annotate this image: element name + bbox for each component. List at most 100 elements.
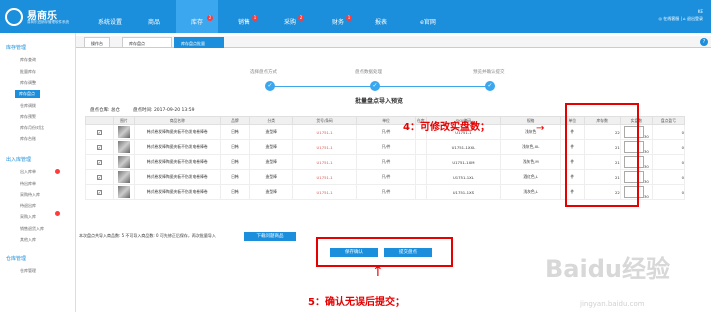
cell-category: 造型棒	[249, 154, 294, 170]
cell-spec: 浅灰色,M	[500, 154, 562, 170]
step-label: 盘点数据处理	[355, 70, 382, 75]
cell-name: 韩式卷发棒陶瓷夹板不伤发电卷棒卷	[134, 169, 221, 185]
sidebar-item[interactable]: 仓库管理	[20, 268, 36, 274]
step-label: 预览并确认提交	[473, 70, 505, 75]
cell-diff: 0	[651, 169, 686, 185]
sidebar-item[interactable]: 待出库单	[20, 181, 36, 187]
cell-category: 造型棒	[249, 169, 294, 185]
tab-batch-count[interactable]: 库存盘点批量	[174, 37, 224, 48]
cell-category: 造型棒	[249, 124, 294, 140]
check-icon: ✓	[265, 81, 275, 91]
product-image	[112, 184, 136, 200]
col-header: 盘点盈亏	[651, 116, 686, 125]
cell-code: U1751-1	[292, 184, 358, 200]
notification-dot	[55, 211, 60, 216]
nav-inventory-badge: 2	[207, 15, 213, 21]
cell-code: U1751-1	[292, 154, 358, 170]
step-indicator: 选择盘点方式 ✓ 盘点数据处理 ✓ 预览并确认提交 ✓	[230, 66, 530, 91]
sidebar-item[interactable]: 采购待入库	[20, 192, 40, 198]
import-summary: 本次盘点共导入商品数: 5 不可导入商品数: 0 可先修正后保存，再次批量导入	[79, 233, 216, 238]
cell-unit: 只/件	[356, 169, 416, 185]
cell-name: 韩式卷发棒陶瓷夹板不伤发电卷棒卷	[134, 139, 221, 155]
page-title: 批量盘点导入预览	[355, 98, 404, 105]
sidebar-item[interactable]: 采购入库	[20, 214, 36, 220]
nav-purchase-badge: 2	[298, 15, 304, 21]
nav-finance[interactable]: 财务	[318, 0, 358, 33]
col-header: 商品名称	[134, 116, 221, 125]
tab-dashboard[interactable]: 操作台	[84, 37, 110, 48]
cell-spec: 浅灰色,L	[500, 184, 562, 200]
arrow-up-icon: ↑	[372, 264, 384, 280]
save-confirm-button[interactable]: 保存确认	[330, 248, 378, 257]
sidebar-item[interactable]: 库存月份对比	[20, 125, 44, 131]
sidebar-item[interactable]: 批量库存	[20, 69, 36, 75]
nav-website[interactable]: e官网	[408, 0, 448, 33]
col-header: 货号/条码	[292, 116, 358, 125]
col-header: 图片	[112, 116, 136, 125]
app-subtitle: 易商乐进销存管理软件系统	[27, 20, 69, 24]
cell-name: 韩式卷发棒陶瓷夹板不伤发电卷棒卷	[134, 124, 221, 140]
cell-diff: 0	[651, 154, 686, 170]
watermark-url: jingyan.baidu.com	[580, 300, 645, 308]
sidebar-item-active[interactable]: 库存盘点	[15, 90, 40, 98]
cell-name: 韩式卷发棒陶瓷夹板不伤发电卷棒卷	[134, 154, 221, 170]
sidebar: 库存管理 库存查询 批量库存 库存调整 库存盘点 仓库调拨 库存预警 库存月份对…	[0, 33, 76, 312]
sidebar-section-warehouse[interactable]: 仓库管理	[6, 255, 26, 262]
help-icon[interactable]: ?	[700, 38, 708, 46]
sidebar-item[interactable]: 库存预警	[20, 114, 36, 120]
nav-system-settings[interactable]: 系统设置	[90, 0, 130, 33]
cell-brand: 日韩	[219, 154, 251, 170]
watermark: Baidu经验	[545, 255, 670, 283]
tab-inventory-count[interactable]: 库存盘点	[122, 37, 172, 48]
nav-purchase[interactable]: 采购	[270, 0, 310, 33]
cell-name: 韩式卷发棒陶瓷夹板不伤发电卷棒卷	[134, 184, 221, 200]
cell-sku: U1751-1XXL	[425, 139, 502, 155]
sidebar-item[interactable]: 销售退货入库	[20, 226, 44, 232]
cell-category: 造型棒	[249, 139, 294, 155]
logo-icon	[5, 8, 23, 26]
cell-brand: 日韩	[219, 139, 251, 155]
cell-spec: 浅灰色,XL	[500, 139, 562, 155]
nav-reports[interactable]: 报表	[362, 0, 400, 33]
annotation-step5: 5：确认无误后提交；	[308, 297, 405, 308]
row-checkbox[interactable]: ✓	[85, 124, 114, 140]
download-problem-items-button[interactable]: 下载问题商品	[244, 232, 296, 241]
tab-bar: 操作台 库存盘点 库存盘点批量 ?	[76, 36, 711, 48]
sidebar-item[interactable]: 出入库单	[20, 169, 36, 175]
sidebar-section-io[interactable]: 出入库管理	[6, 156, 31, 163]
user-links[interactable]: ◎ 在线客服 | ⌂ 退出登录	[659, 16, 703, 22]
notification-dot	[55, 169, 60, 174]
product-image	[112, 139, 136, 155]
row-checkbox[interactable]: ✓	[85, 139, 114, 155]
row-checkbox[interactable]: ✓	[85, 169, 114, 185]
cell-actual: 30	[643, 193, 649, 199]
cell-warehouse	[414, 169, 427, 185]
cell-actual: 30	[643, 133, 649, 139]
row-checkbox[interactable]: ✓	[85, 154, 114, 170]
sidebar-item[interactable]: 其他入库	[20, 237, 36, 243]
cell-actual: 30	[643, 178, 649, 184]
col-header	[85, 116, 114, 125]
product-image	[112, 124, 136, 140]
cell-unit: 只/件	[356, 154, 416, 170]
annotation-step4: 4：可修改实盘数；	[403, 122, 490, 133]
cell-spec: 浅灰色	[500, 124, 562, 140]
sidebar-item[interactable]: 库存调整	[20, 80, 36, 86]
row-checkbox[interactable]: ✓	[85, 184, 114, 200]
sidebar-item[interactable]: 库存台账	[20, 136, 36, 142]
app-logo[interactable]: 易商乐 易商乐进销存管理软件系统	[3, 6, 78, 28]
sidebar-item[interactable]: 待退出库	[20, 203, 36, 209]
check-icon: ✓	[370, 81, 380, 91]
cell-warehouse	[414, 184, 427, 200]
cell-category: 造型棒	[249, 184, 294, 200]
nav-sales-badge: 1	[252, 15, 258, 21]
sidebar-section-inventory[interactable]: 库存管理	[6, 44, 26, 51]
sidebar-item[interactable]: 仓库调拨	[20, 103, 36, 109]
cell-diff: 0	[651, 124, 686, 140]
cell-code: U1751-1	[292, 124, 358, 140]
nav-goods[interactable]: 商品	[135, 0, 173, 33]
sidebar-item[interactable]: 库存查询	[20, 57, 36, 63]
submit-count-button[interactable]: 提交盘点	[384, 248, 432, 257]
cell-diff: 0	[651, 184, 686, 200]
cell-sku: U1751-1XM	[425, 154, 502, 170]
